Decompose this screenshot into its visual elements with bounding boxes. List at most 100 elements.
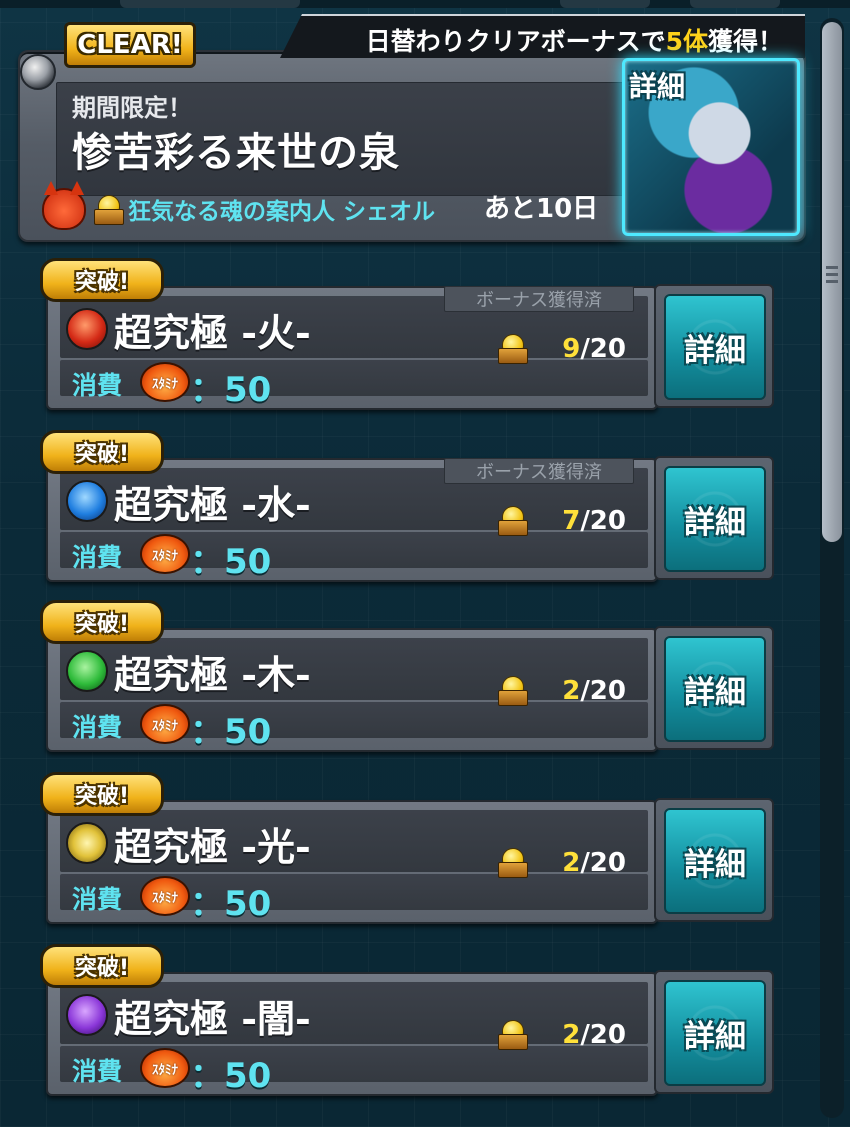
- clear-count: 9/20: [562, 334, 626, 364]
- breakthrough-label: 突破!: [74, 612, 130, 637]
- quest-row[interactable]: 突破! 超究極 -光- 2/20 消費 ｽﾀﾐﾅ ：50 詳細: [40, 772, 774, 924]
- bonus-status-badge: ボーナス獲得済: [444, 458, 634, 484]
- limited-time-label: 期間限定！: [72, 94, 192, 122]
- breakthrough-badge: 突破!: [40, 944, 164, 988]
- breakthrough-label: 突破!: [74, 956, 130, 981]
- detail-button[interactable]: 詳細: [654, 970, 774, 1094]
- detail-button[interactable]: 詳細: [654, 456, 774, 580]
- detail-button-face[interactable]: 詳細: [664, 294, 766, 400]
- detail-button[interactable]: 詳細: [654, 284, 774, 408]
- clear-badge-label: CLEAR!: [77, 30, 183, 60]
- quest-row[interactable]: 突破! 超究極 -木- 2/20 消費 ｽﾀﾐﾅ ：50 詳細: [40, 600, 774, 752]
- detail-button-face[interactable]: 詳細: [664, 636, 766, 742]
- stamina-cost: ：50: [190, 884, 272, 924]
- cost-label: 消費: [72, 885, 123, 914]
- clear-count-total: /20: [580, 1020, 626, 1050]
- stamina-icon: ｽﾀﾐﾅ: [140, 534, 190, 574]
- clear-count-total: /20: [580, 848, 626, 878]
- stamina-cost: ：50: [190, 370, 272, 410]
- clear-count: 2/20: [562, 848, 626, 878]
- stamina-cost: ：50: [190, 712, 272, 752]
- clear-count-current: 2: [562, 1020, 581, 1050]
- treasure-egg-icon: [496, 1020, 528, 1050]
- dark-element-icon: [66, 994, 108, 1036]
- days-left: あと10日: [484, 194, 599, 224]
- bonus-text-prefix: 日替わりクリアボーナスで: [365, 27, 666, 56]
- stamina-icon-label: ｽﾀﾐﾅ: [152, 548, 178, 564]
- light-element-icon: [66, 822, 108, 864]
- stamina-icon-label: ｽﾀﾐﾅ: [152, 1062, 178, 1078]
- detail-button-face[interactable]: 詳細: [664, 808, 766, 914]
- bonus-count: 5体: [665, 27, 708, 56]
- top-tab-right: [690, 0, 780, 8]
- detail-button-label: 詳細: [684, 504, 746, 541]
- quest-row[interactable]: 突破! 超究極 -闇- 2/20 消費 ｽﾀﾐﾅ ：50 詳細: [40, 944, 774, 1096]
- cost-label: 消費: [72, 543, 123, 572]
- detail-button-face[interactable]: 詳細: [664, 466, 766, 572]
- character-portrait[interactable]: 詳細: [622, 58, 800, 236]
- clear-count-total: /20: [580, 334, 626, 364]
- cost-label: 消費: [72, 713, 123, 742]
- breakthrough-badge: 突破!: [40, 772, 164, 816]
- clear-count: 2/20: [562, 1020, 626, 1050]
- detail-button[interactable]: 詳細: [654, 626, 774, 750]
- stamina-cost: ：50: [190, 1056, 272, 1096]
- stage-name: 超究極 -火-: [114, 310, 311, 355]
- stamina-icon-label: ｽﾀﾐﾅ: [152, 890, 178, 906]
- breakthrough-label: 突破!: [74, 270, 130, 295]
- bonus-status-badge: ボーナス獲得済: [444, 286, 634, 312]
- treasure-egg-icon: [92, 195, 124, 225]
- detail-button-label: 詳細: [684, 674, 746, 711]
- treasure-egg-icon: [496, 334, 528, 364]
- water-element-icon: [66, 480, 108, 522]
- stage-name: 超究極 -水-: [114, 482, 311, 527]
- breakthrough-label: 突破!: [74, 784, 130, 809]
- treasure-egg-icon: [496, 506, 528, 536]
- scrollbar-grip-icon: [824, 262, 840, 298]
- detail-button-label: 詳細: [684, 846, 746, 883]
- event-title: 惨苦彩る来世の泉: [72, 129, 400, 176]
- treasure-egg-icon: [496, 848, 528, 878]
- stamina-icon: ｽﾀﾐﾅ: [140, 704, 190, 744]
- clear-count-current: 9: [562, 334, 581, 364]
- top-tab-mid: [560, 0, 650, 8]
- clear-badge: CLEAR!: [64, 22, 196, 68]
- breakthrough-badge: 突破!: [40, 600, 164, 644]
- breakthrough-label: 突破!: [74, 442, 130, 467]
- clear-count: 7/20: [562, 506, 626, 536]
- stamina-icon-label: ｽﾀﾐﾅ: [152, 718, 178, 734]
- stamina-icon-label: ｽﾀﾐﾅ: [152, 376, 178, 392]
- detail-button[interactable]: 詳細: [654, 798, 774, 922]
- daily-bonus-banner: 日替わりクリアボーナスで5体獲得！: [280, 14, 805, 58]
- cost-label: 消費: [72, 371, 123, 400]
- quest-row[interactable]: 突破! 超究極 -水- ボーナス獲得済 7/20 消費 ｽﾀﾐﾅ ：50 詳細: [40, 430, 774, 582]
- breakthrough-badge: 突破!: [40, 258, 164, 302]
- detail-button-label: 詳細: [684, 332, 746, 369]
- stamina-icon: ｽﾀﾐﾅ: [140, 1048, 190, 1088]
- banner-rivet: [20, 54, 56, 90]
- stage-name: 超究極 -闇-: [114, 996, 311, 1041]
- fire-element-icon: [66, 308, 108, 350]
- treasure-egg-icon: [496, 676, 528, 706]
- stamina-icon: ｽﾀﾐﾅ: [140, 362, 190, 402]
- cost-label: 消費: [72, 1057, 123, 1086]
- clear-count-current: 2: [562, 676, 581, 706]
- boss-info: 狂気なる魂の案内人 シェオル: [42, 181, 436, 230]
- stage-name: 超究極 -光-: [114, 824, 311, 869]
- breakthrough-badge: 突破!: [40, 430, 164, 474]
- clear-count: 2/20: [562, 676, 626, 706]
- bonus-text-suffix: 獲得！: [707, 27, 783, 56]
- stamina-cost: ：50: [190, 542, 272, 582]
- quest-row[interactable]: 突破! 超究極 -火- ボーナス獲得済 9/20 消費 ｽﾀﾐﾅ ：50 詳細: [40, 258, 774, 410]
- detail-button-face[interactable]: 詳細: [664, 980, 766, 1086]
- wood-element-icon: [66, 650, 108, 692]
- boss-name: 狂気なる魂の案内人 シェオル: [128, 199, 436, 225]
- top-tab-left: [120, 0, 300, 8]
- stamina-icon: ｽﾀﾐﾅ: [140, 876, 190, 916]
- detail-button-label: 詳細: [684, 1018, 746, 1055]
- stage-name: 超究極 -木-: [114, 652, 311, 697]
- top-edge: [0, 0, 850, 8]
- clear-count-total: /20: [580, 506, 626, 536]
- clear-count-current: 2: [562, 848, 581, 878]
- daily-bonus-text: 日替わりクリアボーナスで5体獲得！: [366, 22, 783, 58]
